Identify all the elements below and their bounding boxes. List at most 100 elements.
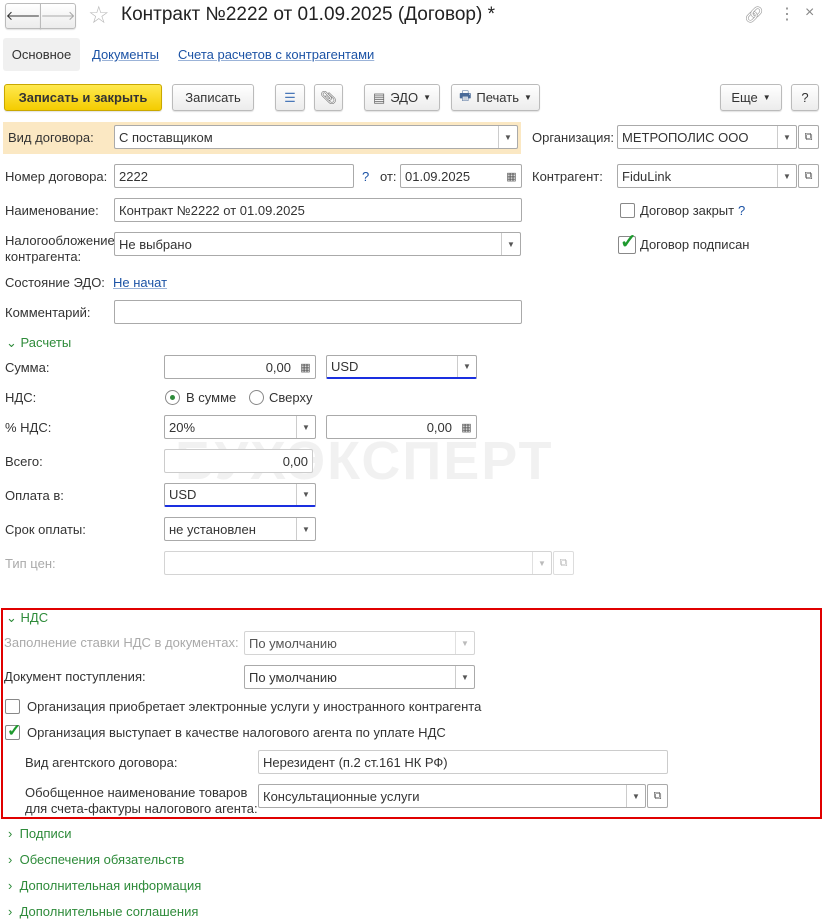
e-services-label: Организация приобретает электронные услу… bbox=[27, 699, 482, 714]
vat-section[interactable]: ⌄ НДС bbox=[6, 610, 48, 626]
price-type-select[interactable]: ▼ bbox=[164, 551, 552, 575]
caret-down-icon: ▼ bbox=[762, 93, 771, 102]
number-input[interactable]: 2222 bbox=[114, 164, 354, 188]
radio-on-top-label: Сверху bbox=[269, 390, 313, 405]
caret-down-icon: ▼ bbox=[777, 126, 796, 148]
help-link[interactable]: ? bbox=[362, 169, 369, 184]
price-type-label: Тип цен: bbox=[5, 556, 56, 571]
caret-down-icon: ▼ bbox=[296, 484, 315, 505]
open-icon[interactable]: ⧉ bbox=[647, 784, 668, 808]
contract-type-label: Вид договора: bbox=[8, 130, 94, 145]
section-agreements[interactable]: › Дополнительные соглашения bbox=[8, 904, 198, 919]
pay-in-select[interactable]: USD ▼ bbox=[164, 483, 316, 507]
chevron-down-icon: ⌄ bbox=[6, 610, 17, 625]
comment-label: Комментарий: bbox=[5, 305, 91, 320]
comment-input[interactable] bbox=[114, 300, 522, 324]
agent-type-label: Вид агентского договора: bbox=[25, 755, 178, 770]
chevron-right-icon: › bbox=[8, 878, 13, 893]
contract-type-select[interactable]: С поставщиком ▼ bbox=[114, 125, 518, 149]
more-icon[interactable]: ⋮ bbox=[779, 4, 795, 24]
counterparty-label: Контрагент: bbox=[532, 169, 603, 184]
closed-checkbox[interactable] bbox=[620, 203, 635, 218]
counterparty-select[interactable]: FiduLink ▼ bbox=[617, 164, 797, 188]
organization-select[interactable]: МЕТРОПОЛИС ООО ▼ bbox=[617, 125, 797, 149]
value: 0,00 bbox=[265, 359, 291, 375]
edo-label: ЭДО bbox=[390, 90, 419, 105]
sum-input[interactable]: 0,00 ▦ bbox=[164, 355, 316, 379]
edo-button[interactable]: ▤ ЭДО ▼ bbox=[364, 84, 440, 111]
section-title: Подписи bbox=[19, 826, 72, 841]
edo-state-link[interactable]: Не начат bbox=[113, 275, 167, 290]
value: МЕТРОПОЛИС ООО bbox=[622, 129, 749, 145]
caret-down-icon: ▼ bbox=[626, 785, 645, 807]
taxation-select[interactable]: Не выбрано ▼ bbox=[114, 232, 521, 256]
arrow-right-icon: 🡒 bbox=[40, 8, 76, 23]
taxation-label: Налогообложение bbox=[5, 233, 115, 248]
tab-main[interactable]: Основное bbox=[3, 38, 80, 71]
value: Не выбрано bbox=[119, 236, 192, 252]
attach-button[interactable]: 📎︎ bbox=[314, 84, 343, 111]
back-button[interactable]: 🡐 bbox=[5, 3, 41, 29]
tax-agent-checkbox[interactable]: ✓ bbox=[5, 721, 22, 740]
caret-down-icon: ▼ bbox=[498, 126, 517, 148]
print-label: Печать bbox=[476, 90, 519, 105]
caret-down-icon: ▼ bbox=[523, 93, 532, 102]
chevron-down-icon: ⌄ bbox=[6, 335, 17, 350]
fill-rate-select[interactable]: По умолчанию ▼ bbox=[244, 631, 475, 655]
date-label: от: bbox=[380, 169, 397, 184]
term-select[interactable]: не установлен ▼ bbox=[164, 517, 316, 541]
caret-down-icon: ▼ bbox=[501, 233, 520, 255]
more-button[interactable]: Еще ▼ bbox=[720, 84, 782, 111]
date-input[interactable]: 01.09.2025 ▦ bbox=[400, 164, 522, 188]
close-icon[interactable]: × bbox=[805, 4, 814, 22]
currency-select[interactable]: USD ▼ bbox=[326, 355, 477, 379]
total-label: Всего: bbox=[5, 454, 43, 469]
vat-rate-select[interactable]: 20% ▼ bbox=[164, 415, 316, 439]
link-icon[interactable]: 🔗︎ bbox=[744, 5, 764, 25]
value: не установлен bbox=[169, 521, 256, 537]
section-title: Дополнительная информация bbox=[19, 878, 202, 893]
vat-amount-input[interactable]: 0,00 ▦ bbox=[326, 415, 477, 439]
help-link[interactable]: ? bbox=[738, 203, 745, 218]
save-close-button[interactable]: Записать и закрыть bbox=[4, 84, 162, 111]
signed-checkbox[interactable]: ✓ bbox=[618, 232, 637, 254]
name-input[interactable]: Контракт №2222 от 01.09.2025 bbox=[114, 198, 522, 222]
tab-accounts[interactable]: Счета расчетов с контрагентами bbox=[178, 47, 374, 62]
star-icon[interactable]: ☆ bbox=[88, 1, 110, 30]
open-icon[interactable]: ⧉ bbox=[798, 125, 819, 149]
tab-documents[interactable]: Документы bbox=[92, 47, 159, 62]
arrow-left-icon: 🡐 bbox=[5, 8, 41, 23]
goods-name-select[interactable]: Консультационные услуги ▼ bbox=[258, 784, 646, 808]
edo-icon: ▤ bbox=[372, 89, 386, 105]
e-services-checkbox[interactable] bbox=[5, 699, 20, 714]
agent-type-field[interactable]: Нерезидент (п.2 ст.161 НК РФ) bbox=[258, 750, 668, 774]
list-button[interactable]: ☰ bbox=[275, 84, 305, 111]
caret-down-icon: ▼ bbox=[296, 416, 315, 438]
term-label: Срок оплаты: bbox=[5, 522, 86, 537]
payments-section[interactable]: ⌄ Расчеты bbox=[6, 335, 71, 351]
open-icon[interactable]: ⧉ bbox=[798, 164, 819, 188]
radio-in-sum-label: В сумме bbox=[186, 390, 237, 405]
section-additional-info[interactable]: › Дополнительная информация bbox=[8, 878, 201, 893]
radio-on-top[interactable] bbox=[249, 390, 264, 405]
section-signatures[interactable]: › Подписи bbox=[8, 826, 72, 841]
total-field: 0,00 bbox=[164, 449, 313, 473]
chevron-right-icon: › bbox=[8, 904, 13, 919]
calculator-icon[interactable]: ▦ bbox=[296, 356, 315, 378]
radio-in-sum[interactable] bbox=[165, 390, 180, 405]
save-button[interactable]: Записать bbox=[172, 84, 254, 111]
value: 2222 bbox=[119, 168, 148, 184]
section-title: Обеспечения обязательств bbox=[19, 852, 185, 867]
fill-rate-label: Заполнение ставки НДС в документах: bbox=[4, 635, 239, 650]
vat-rate-label: % НДС: bbox=[5, 420, 52, 435]
receipt-doc-select[interactable]: По умолчанию ▼ bbox=[244, 665, 475, 689]
open-icon[interactable]: ⧉ bbox=[553, 551, 574, 575]
check-icon: ✓ bbox=[7, 721, 22, 740]
calculator-icon[interactable]: ▦ bbox=[457, 416, 476, 438]
section-obligations[interactable]: › Обеспечения обязательств bbox=[8, 852, 184, 867]
help-button[interactable]: ? bbox=[791, 84, 819, 111]
forward-button[interactable]: 🡒 bbox=[40, 3, 76, 29]
print-button[interactable]: 🖶 Печать ▼ bbox=[451, 84, 540, 111]
calendar-icon[interactable]: ▦ bbox=[502, 165, 521, 187]
value: USD bbox=[169, 487, 197, 502]
